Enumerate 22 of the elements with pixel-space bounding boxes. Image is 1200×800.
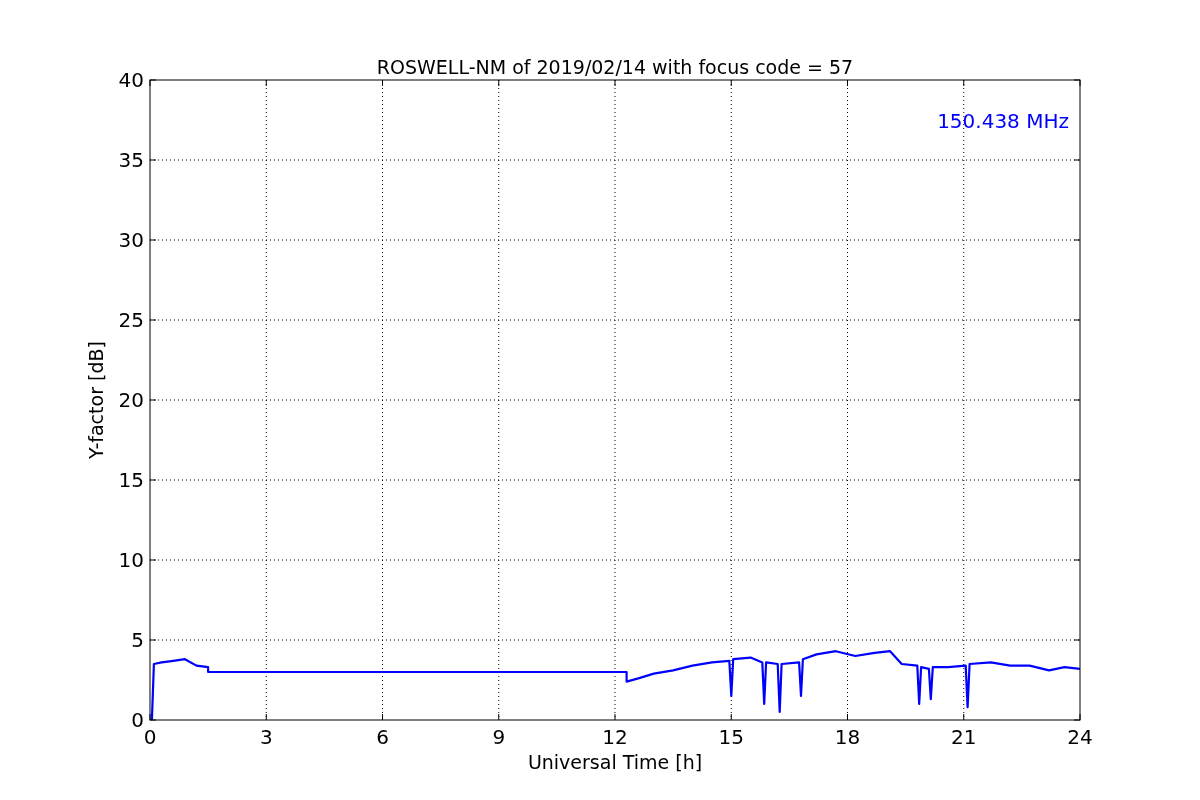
y-tick-label: 10: [118, 548, 144, 572]
y-tick-label: 15: [118, 468, 144, 492]
y-axis-label: Y-factor [dB]: [85, 341, 107, 459]
y-tick-label: 30: [118, 228, 144, 252]
y-tick-label: 5: [131, 628, 144, 652]
x-tick-label: 12: [602, 725, 628, 749]
series-label: 150.438 MHz: [937, 109, 1069, 133]
x-tick-label: 24: [1067, 725, 1093, 749]
x-tick-label: 15: [718, 725, 744, 749]
y-tick-label: 25: [118, 308, 144, 332]
y-tick-label: 20: [118, 388, 144, 412]
chart-title: ROSWELL-NM of 2019/02/14 with focus code = 57: [376, 56, 854, 78]
x-tick-label: 0: [143, 725, 157, 749]
x-tick-label: 6: [376, 725, 389, 749]
x-tick-label: 21: [951, 725, 977, 749]
x-tick-label: 3: [259, 725, 273, 749]
x-axis-label: Universal Time [h]: [527, 751, 703, 773]
y-tick-label: 35: [118, 148, 144, 172]
x-tick-label: 18: [834, 725, 861, 749]
y-tick-label: 0: [131, 708, 144, 732]
y-tick-label: 40: [118, 68, 144, 92]
x-tick-label: 9: [492, 725, 506, 749]
